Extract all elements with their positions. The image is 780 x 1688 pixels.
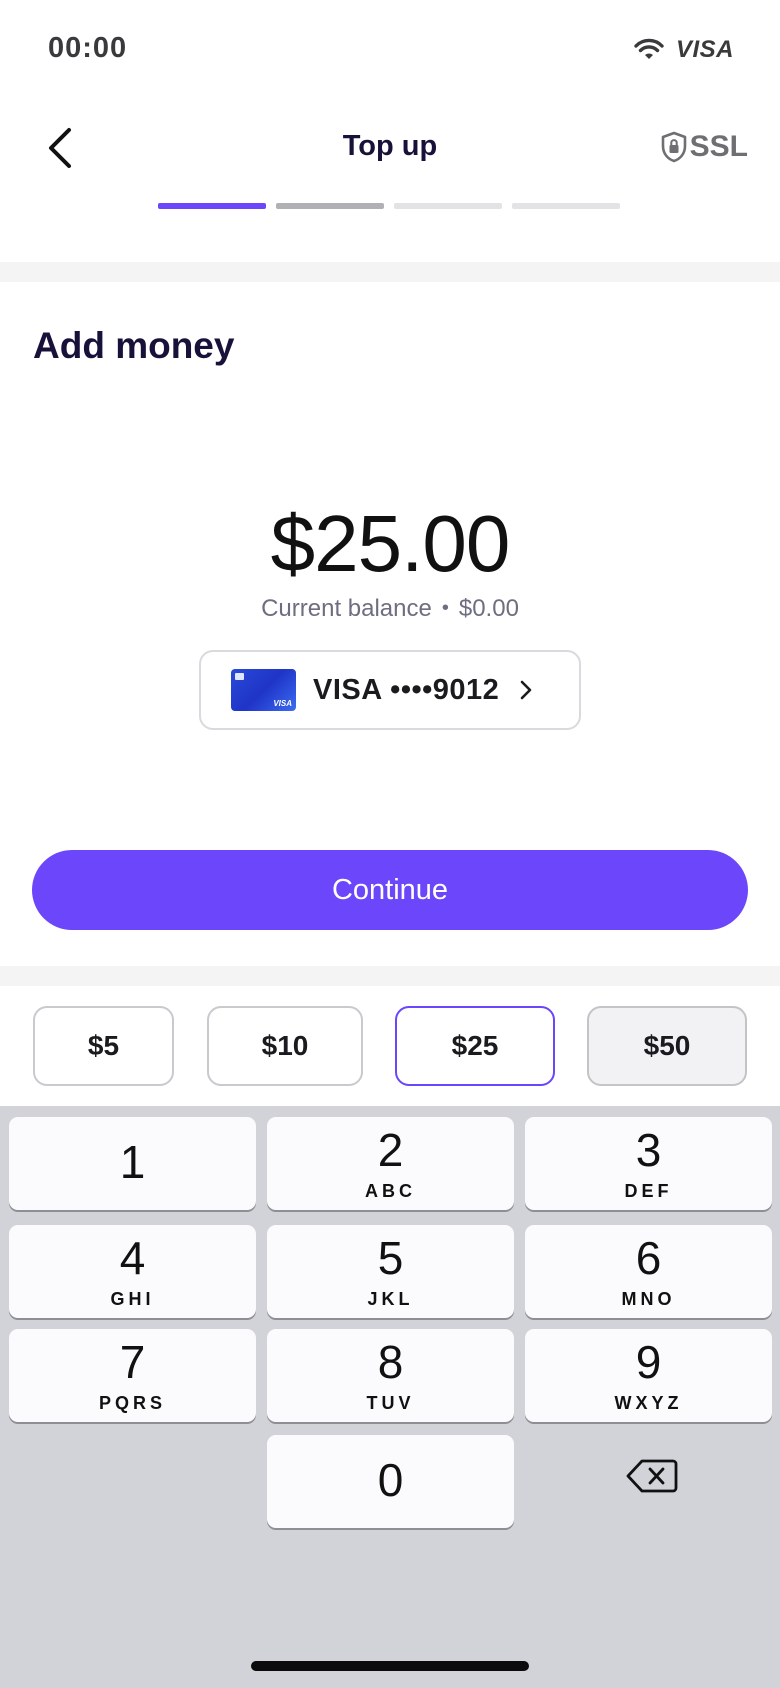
key-letters: DEF <box>624 1181 673 1201</box>
continue-button[interactable]: Continue <box>32 850 748 930</box>
progress-step-2 <box>276 203 384 209</box>
progress-step-3 <box>394 203 502 209</box>
quick-amount-50[interactable]: $50 <box>587 1006 747 1086</box>
key-7[interactable]: 7 PQRS <box>9 1329 256 1422</box>
key-4[interactable]: 4 GHI <box>9 1225 256 1318</box>
key-letters: ABC <box>365 1181 416 1201</box>
key-digit: 7 <box>119 1336 146 1388</box>
ssl-badge: SSL <box>660 130 748 164</box>
status-time: 00:00 <box>48 32 128 64</box>
shield-lock-icon <box>661 131 686 163</box>
home-indicator <box>251 1661 529 1671</box>
key-digit: 0 <box>377 1454 404 1506</box>
status-bar: 00:00 VISA <box>0 0 780 100</box>
balance-value: $0.00 <box>458 595 519 622</box>
section-divider-bottom <box>0 966 780 986</box>
chevron-right-icon <box>519 679 533 701</box>
header: Top up SSL <box>0 100 780 210</box>
key-letters: WXYZ <box>614 1393 683 1413</box>
key-letters: GHI <box>110 1289 155 1309</box>
key-digit: 8 <box>377 1336 404 1388</box>
quick-amount-10[interactable]: $10 <box>207 1006 363 1086</box>
key-digit: 6 <box>635 1232 662 1284</box>
payment-card-selector[interactable]: VISA VISA ••••9012 <box>199 650 581 730</box>
quick-amounts: $5 $10 $25 $50 <box>0 986 780 1106</box>
section-divider <box>0 262 780 282</box>
progress-step-4 <box>512 203 620 209</box>
key-digit: 4 <box>119 1232 146 1284</box>
key-0[interactable]: 0 <box>267 1435 514 1528</box>
key-letters: TUV <box>366 1393 415 1413</box>
carrier-brand: VISA <box>675 36 734 63</box>
ssl-label: SSL <box>689 130 748 163</box>
card-thumbnail-brand: VISA <box>273 699 292 708</box>
key-1[interactable]: 1 <box>9 1117 256 1210</box>
card-thumbnail: VISA <box>231 669 296 711</box>
current-balance: Current balance • $0.00 <box>0 595 780 623</box>
key-digit: 3 <box>635 1124 662 1176</box>
key-digit: 9 <box>635 1336 662 1388</box>
quick-amount-25[interactable]: $25 <box>395 1006 555 1086</box>
progress-step-1 <box>158 203 266 209</box>
key-digit: 2 <box>377 1124 404 1176</box>
key-6[interactable]: 6 MNO <box>525 1225 772 1318</box>
balance-separator: • <box>441 597 449 619</box>
delete-key[interactable] <box>590 1436 714 1516</box>
section-title: Add money <box>33 325 235 366</box>
key-5[interactable]: 5 JKL <box>267 1225 514 1318</box>
key-8[interactable]: 8 TUV <box>267 1329 514 1422</box>
step-progress <box>158 203 620 209</box>
quick-amount-5[interactable]: $5 <box>33 1006 174 1086</box>
key-2[interactable]: 2 ABC <box>267 1117 514 1210</box>
card-chip-icon <box>235 673 244 680</box>
key-letters: MNO <box>621 1289 676 1309</box>
status-indicators: VISA <box>634 36 734 64</box>
card-label: VISA ••••9012 <box>313 673 500 706</box>
key-letters: PQRS <box>98 1393 166 1413</box>
backspace-icon <box>626 1459 678 1493</box>
amount-display: $25.00 <box>270 499 511 588</box>
key-digit: 1 <box>119 1136 146 1188</box>
balance-label: Current balance <box>261 595 432 622</box>
key-letters: JKL <box>367 1289 414 1309</box>
key-3[interactable]: 3 DEF <box>525 1117 772 1210</box>
key-9[interactable]: 9 WXYZ <box>525 1329 772 1422</box>
key-digit: 5 <box>377 1232 404 1284</box>
wifi-icon <box>634 38 664 59</box>
